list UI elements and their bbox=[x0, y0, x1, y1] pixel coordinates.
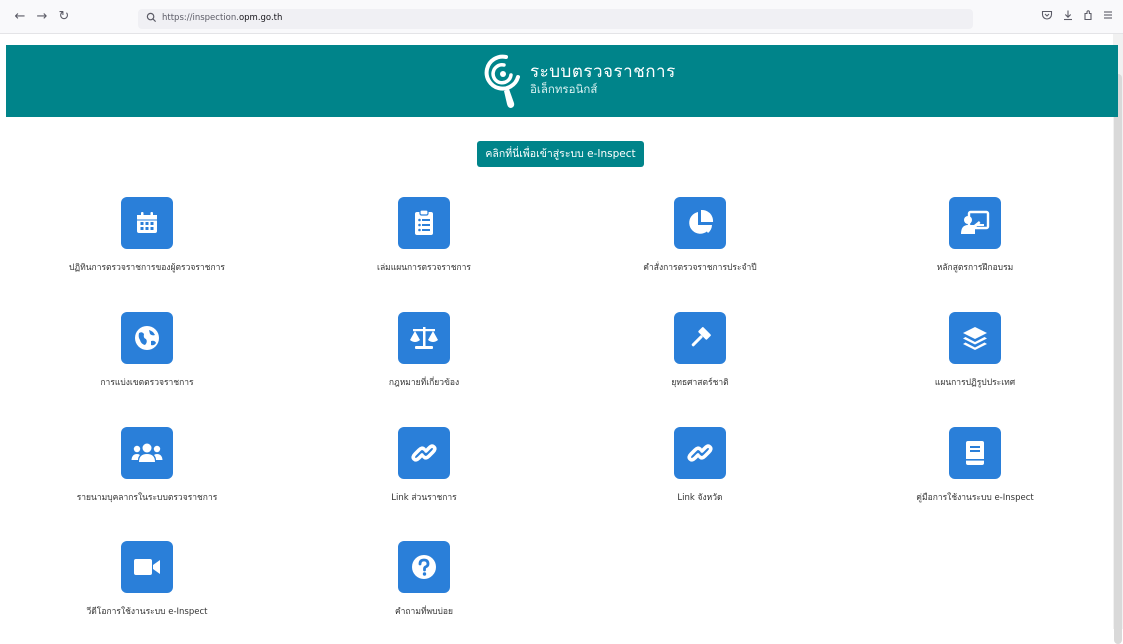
tile-label: ปฏิทินการตรวจราชการของผู้ตรวจราชการ bbox=[69, 263, 225, 273]
tile-user-manual[interactable]: คู่มือการใช้งานระบบ e-Inspect bbox=[855, 427, 1095, 527]
tile-label: Link ส่วนราชการ bbox=[391, 493, 457, 503]
tile-label: แผนการปฏิรูปประเทศ bbox=[934, 378, 1016, 388]
pie-chart-icon bbox=[674, 197, 726, 249]
tile-personnel-list[interactable]: รายนามบุคลากรในระบบตรวจราชการ bbox=[27, 427, 267, 527]
tile-label: รายนามบุคลากรในระบบตรวจราชการ bbox=[76, 493, 218, 503]
tile-government-agency-links[interactable]: Link ส่วนราชการ bbox=[304, 427, 544, 527]
magnifier-logo-icon bbox=[476, 51, 524, 111]
tile-inspection-zones[interactable]: การแบ่งเขตตรวจราชการ bbox=[27, 312, 267, 412]
reload-icon[interactable]: ↻ bbox=[56, 9, 72, 25]
tile-label: กฎหมายที่เกี่ยวข้อง bbox=[388, 378, 460, 388]
tile-faq[interactable]: คำถามที่พบบ่อย bbox=[304, 541, 544, 641]
search-icon bbox=[146, 12, 160, 26]
tile-label: คำถามที่พบบ่อย bbox=[394, 607, 454, 617]
tile-label: คู่มือการใช้งานระบบ e-Inspect bbox=[916, 493, 1034, 503]
back-icon[interactable]: ← bbox=[12, 9, 28, 25]
tile-label: Link จังหวัด bbox=[677, 493, 723, 503]
tile-inspection-calendar[interactable]: ปฏิทินการตรวจราชการของผู้ตรวจราชการ bbox=[27, 197, 267, 297]
globe-icon bbox=[121, 312, 173, 364]
scroll-thumb[interactable] bbox=[1114, 74, 1122, 644]
download-icon[interactable] bbox=[1062, 9, 1078, 25]
menu-icon[interactable] bbox=[1102, 9, 1118, 25]
tile-province-links[interactable]: Link จังหวัด bbox=[580, 427, 820, 527]
layers-icon bbox=[949, 312, 1001, 364]
tile-inspection-plan-book[interactable]: เล่มแผนการตรวจราชการ bbox=[304, 197, 544, 297]
book-icon bbox=[949, 427, 1001, 479]
gavel-icon bbox=[674, 312, 726, 364]
tile-annual-orders[interactable]: คำสั่งการตรวจราชการประจำปี bbox=[580, 197, 820, 297]
question-circle-icon bbox=[398, 541, 450, 593]
browser-toolbar: ← → ↻ https://inspection.opm.go.th bbox=[0, 0, 1123, 34]
scale-balance-icon bbox=[398, 312, 450, 364]
tile-national-reform-plan[interactable]: แผนการปฏิรูปประเทศ bbox=[855, 312, 1095, 412]
tile-label: ยุทธศาสตร์ชาติ bbox=[671, 378, 729, 388]
url-domain: opm.go.th bbox=[238, 13, 283, 23]
tile-label: เล่มแผนการตรวจราชการ bbox=[377, 263, 471, 273]
url-prefix: https://inspection. bbox=[162, 13, 239, 23]
address-bar[interactable]: https://inspection.opm.go.th bbox=[138, 9, 973, 29]
tile-related-laws[interactable]: กฎหมายที่เกี่ยวข้อง bbox=[304, 312, 544, 412]
extensions-icon[interactable] bbox=[1082, 9, 1098, 25]
tile-training-courses[interactable]: หลักสูตรการฝึกอบรม bbox=[855, 197, 1095, 297]
tile-usage-video[interactable]: วีดีโอการใช้งานระบบ e-Inspect bbox=[27, 541, 267, 641]
page-scrollbar[interactable] bbox=[1113, 34, 1123, 644]
tile-national-strategy[interactable]: ยุทธศาสตร์ชาติ bbox=[580, 312, 820, 412]
tile-label: วีดีโอการใช้งานระบบ e-Inspect bbox=[86, 607, 208, 617]
pocket-icon[interactable] bbox=[1041, 9, 1057, 25]
users-icon bbox=[121, 427, 173, 479]
tile-label: หลักสูตรการฝึกอบรม bbox=[936, 263, 1014, 273]
forward-icon[interactable]: → bbox=[34, 9, 50, 25]
tile-label: การแบ่งเขตตรวจราชการ bbox=[100, 378, 194, 388]
clipboard-list-icon bbox=[398, 197, 450, 249]
enter-e-inspect-button[interactable]: คลิกที่นี่เพื่อเข้าสู่ระบบ e-Inspect bbox=[477, 141, 644, 167]
url-text: https://inspection.opm.go.th bbox=[162, 13, 282, 23]
tile-label: คำสั่งการตรวจราชการประจำปี bbox=[643, 263, 757, 273]
header-banner: ระบบตรวจราชการ อิเล็กทรอนิกส์ bbox=[6, 45, 1118, 117]
presentation-icon bbox=[949, 197, 1001, 249]
calendar-icon bbox=[121, 197, 173, 249]
site-subtitle: อิเล็กทรอนิกส์ bbox=[530, 82, 598, 96]
link-icon bbox=[674, 427, 726, 479]
video-camera-icon bbox=[121, 541, 173, 593]
link-icon bbox=[398, 427, 450, 479]
